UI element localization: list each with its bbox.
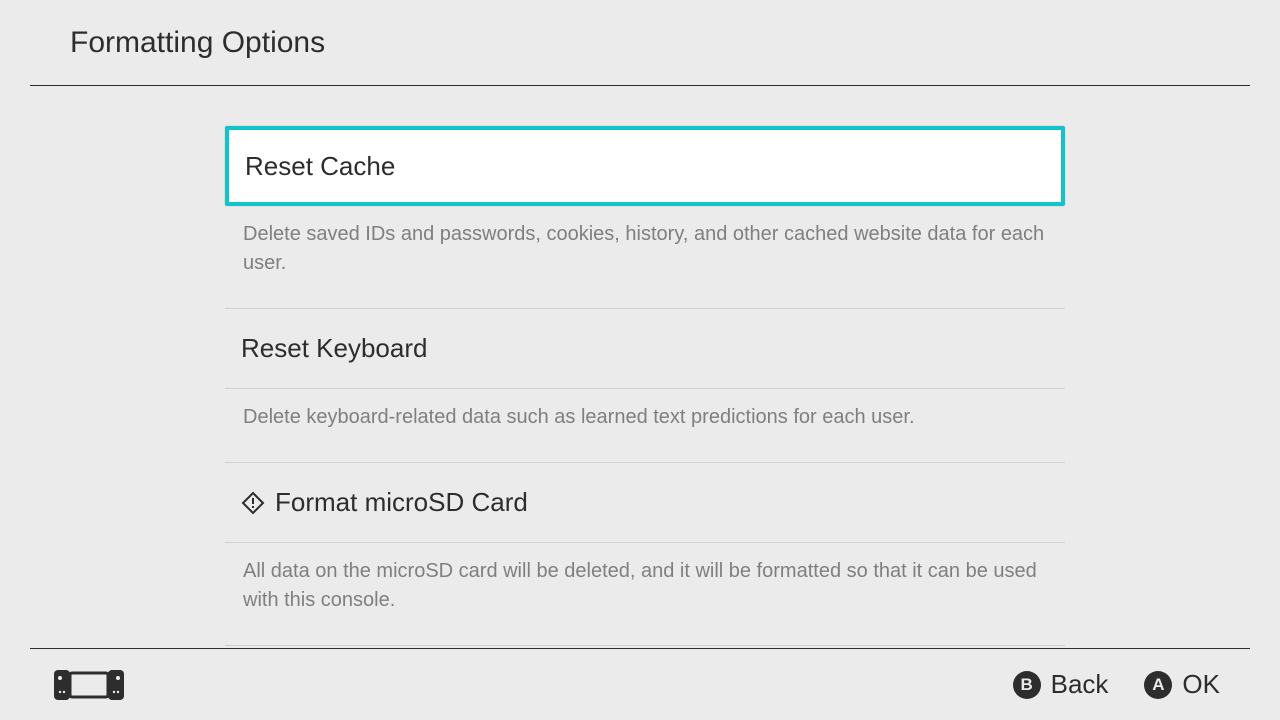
option-label: Reset Keyboard bbox=[241, 333, 427, 364]
ok-label: OK bbox=[1182, 669, 1220, 700]
option-label: Format microSD Card bbox=[275, 487, 528, 518]
console-icon bbox=[54, 670, 124, 700]
option-reset-cache[interactable]: Reset Cache bbox=[225, 126, 1065, 206]
b-button-icon: B bbox=[1013, 671, 1041, 699]
a-button-icon: A bbox=[1144, 671, 1172, 699]
option-format-sd-desc: All data on the microSD card will be del… bbox=[225, 543, 1065, 646]
footer-buttons: B Back A OK bbox=[1013, 669, 1220, 700]
back-button-hint[interactable]: B Back bbox=[1013, 669, 1109, 700]
page-title: Formatting Options bbox=[70, 26, 325, 60]
option-reset-cache-desc: Delete saved IDs and passwords, cookies,… bbox=[225, 206, 1065, 309]
header: Formatting Options bbox=[30, 0, 1250, 86]
option-label: Reset Cache bbox=[245, 151, 395, 182]
warning-icon bbox=[241, 491, 265, 515]
option-format-sd-block: Format microSD Card All data on the micr… bbox=[225, 463, 1065, 646]
option-reset-keyboard-block: Reset Keyboard Delete keyboard-related d… bbox=[225, 309, 1065, 463]
option-reset-cache-block: Reset Cache Delete saved IDs and passwor… bbox=[225, 126, 1065, 309]
option-reset-keyboard[interactable]: Reset Keyboard bbox=[225, 309, 1065, 389]
footer: B Back A OK bbox=[30, 648, 1250, 720]
ok-button-hint[interactable]: A OK bbox=[1144, 669, 1220, 700]
options-scroll-area[interactable]: Reset Cache Delete saved IDs and passwor… bbox=[30, 86, 1260, 648]
option-format-sd[interactable]: Format microSD Card bbox=[225, 463, 1065, 543]
option-reset-keyboard-desc: Delete keyboard-related data such as lea… bbox=[225, 389, 1065, 463]
back-label: Back bbox=[1051, 669, 1109, 700]
